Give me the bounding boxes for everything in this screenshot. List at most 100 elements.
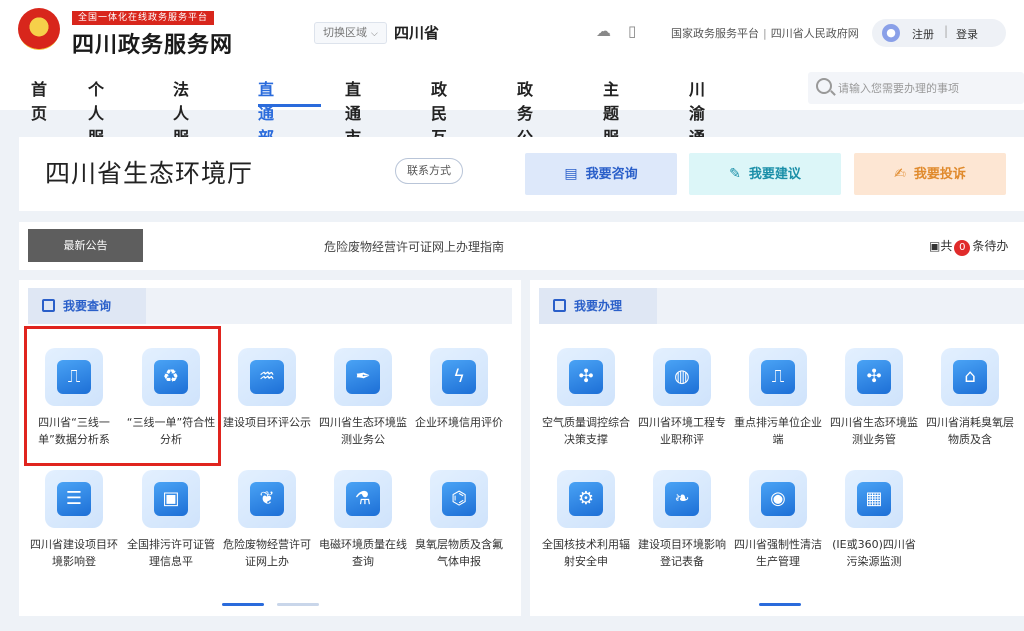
handle-service-item[interactable]: ❧ 建设项目环境影响登记表备 [637, 470, 727, 570]
query-service-label: 四川省建设项目环境影响登 [30, 538, 118, 568]
query-service-item[interactable]: ☰ 四川省建设项目环境影响登 [29, 470, 119, 570]
todo-suffix: 条待办 [972, 239, 1009, 253]
query-service-label: 四川省生态环境监测业务公 [319, 416, 407, 446]
handle-service-label: (IE或360)四川省污染源监测 [832, 538, 916, 568]
current-province: 四川省 [394, 24, 440, 42]
query-service-icon-box: ✒ [334, 348, 392, 406]
search-icon[interactable] [816, 78, 832, 94]
todo-prefix: 共 [940, 239, 953, 253]
carousel-dot[interactable] [277, 603, 319, 606]
query-service-item[interactable]: ▣ 全国排污许可证管理信息平 [126, 470, 216, 570]
edit-icon: ✍ [894, 166, 906, 182]
handle-service-item[interactable]: ✣ 空气质量调控综合决策支撑 [541, 348, 631, 448]
handle-service-icon-box: ⎍ [749, 348, 807, 406]
query-tab-label: 我要查询 [63, 299, 112, 313]
suggest-label: 我要建议 [748, 167, 801, 182]
handle-service-icon-box: ✣ [845, 348, 903, 406]
query-service-icon-box: ▣ [142, 470, 200, 528]
handle-service-item[interactable]: ▦ (IE或360)四川省污染源监测 [829, 470, 919, 570]
carousel-dot-active[interactable] [759, 603, 801, 606]
site-logo-title[interactable]: 四川政务服务网 [72, 27, 233, 59]
document-icon: ☰ [57, 482, 91, 516]
user-avatar-icon: ● [882, 24, 900, 42]
handle-service-icon-box: ⌂ [941, 348, 999, 406]
flask-icon: ⚗ [346, 482, 380, 516]
handle-service-icon-box: ❧ [653, 470, 711, 528]
search-doc-icon [42, 299, 55, 312]
pipette-icon: ✒ [346, 360, 380, 394]
mobile-icon[interactable]: ▯ [628, 22, 636, 40]
handle-service-item[interactable]: ⌂ 四川省消耗臭氧层物质及含 [925, 348, 1015, 448]
contact-button[interactable]: 联系方式 [395, 158, 463, 184]
highlight-box [24, 326, 221, 466]
handle-service-icon-box: ⚙ [557, 470, 615, 528]
wind-turbine-icon: ✣ [857, 360, 891, 394]
consult-label: 我要咨询 [585, 167, 638, 182]
link-national-platform[interactable]: 国家政务服务平台 [671, 27, 759, 40]
login-link[interactable]: 登录 [956, 26, 978, 42]
complain-button[interactable]: ✍ 我要投诉 [854, 153, 1006, 195]
region-switch-button[interactable]: 切换区域 ⌵ [314, 22, 387, 44]
search-bar [808, 72, 1024, 104]
department-title: 四川省生态环境厅 [45, 159, 254, 188]
chevron-down-icon: ⌵ [371, 29, 378, 39]
checkbox-icon [553, 299, 566, 312]
complain-label: 我要投诉 [913, 167, 966, 182]
chart-screen-icon: ⎍ [761, 360, 795, 394]
query-service-icon-box: ☰ [45, 470, 103, 528]
wind-turbine-icon: ✣ [569, 360, 603, 394]
handle-service-label: 四川省生态环境监测业务管 [830, 416, 918, 446]
handle-service-item[interactable]: ⎍ 重点排污单位企业端 [733, 348, 823, 448]
query-tab[interactable]: 我要查询 [28, 288, 146, 324]
consult-button[interactable]: ▤ 我要咨询 [525, 153, 677, 195]
handle-service-item[interactable]: ⚙ 全国核技术利用辐射安全申 [541, 470, 631, 570]
wechat-icon[interactable]: ☁ [596, 22, 611, 40]
todo-counter[interactable]: ▣共 0 条待办 [929, 237, 1008, 256]
pencil-icon: ✎ [729, 166, 741, 182]
query-service-icon-box: ♒ [238, 348, 296, 406]
query-service-item[interactable]: ❦ 危险废物经营许可证网上办 [222, 470, 312, 570]
national-emblem-icon [18, 8, 60, 50]
query-service-item[interactable]: ♒ 建设项目环评公示 [222, 348, 312, 448]
query-service-item[interactable]: ⚗ 电磁环境质量在线查询 [318, 470, 408, 570]
handle-panel: 我要办理 ✣ 空气质量调控综合决策支撑 ◍ 四川省环境工程专业职称评 ⎍ 重点排… [530, 280, 1024, 616]
query-service-icon-box: ⌬ [430, 470, 488, 528]
query-service-item[interactable]: ✒ 四川省生态环境监测业务公 [318, 348, 408, 448]
notice-label: 最新公告 [28, 229, 143, 262]
handle-service-item[interactable]: ◉ 四川省强制性清洁生产管理 [733, 470, 823, 570]
logo-subtitle: 全国一体化在线政务服务平台 [72, 11, 215, 25]
register-link[interactable]: 注册 [912, 26, 934, 42]
leaf-circle-icon: ◉ [761, 482, 795, 516]
region-switch-label: 切换区域 [323, 26, 367, 39]
handle-service-item[interactable]: ✣ 四川省生态环境监测业务管 [829, 348, 919, 448]
notice-item[interactable]: 危险废物经营许可证网上办理指南 [324, 238, 504, 255]
query-panel-header: 我要查询 [28, 288, 512, 324]
carousel-dot-active[interactable] [222, 603, 264, 606]
query-service-label: 臭氧层物质及含氟气体申报 [415, 538, 503, 568]
solar-panel-icon: ▦ [857, 482, 891, 516]
search-input[interactable] [838, 78, 1018, 98]
link-divider: | [763, 27, 767, 40]
handle-service-label: 空气质量调控综合决策支撑 [542, 416, 630, 446]
leaf-drop-icon: ❧ [665, 482, 699, 516]
nav-home[interactable]: 首页 [31, 76, 47, 124]
link-province-gov[interactable]: 四川省人民政府网 [771, 27, 859, 40]
handle-service-item[interactable]: ◍ 四川省环境工程专业职称评 [637, 348, 727, 448]
suggest-button[interactable]: ✎ 我要建议 [689, 153, 841, 195]
handle-tab[interactable]: 我要办理 [539, 288, 657, 324]
query-service-label: 危险废物经营许可证网上办 [223, 538, 311, 568]
query-service-item[interactable]: ⌬ 臭氧层物质及含氟气体申报 [414, 470, 504, 570]
factory-icon: ⚙ [569, 482, 603, 516]
globe-leaf-icon: ◍ [665, 360, 699, 394]
notice-bar: 最新公告 危险废物经营许可证网上办理指南 ▣共 0 条待办 [19, 222, 1024, 270]
handle-service-label: 四川省环境工程专业职称评 [638, 416, 726, 446]
divider: | [944, 24, 949, 38]
handle-tab-label: 我要办理 [574, 299, 623, 313]
todo-count-badge: 0 [954, 240, 971, 256]
handle-service-icon-box: ◍ [653, 348, 711, 406]
query-service-icon-box: ⚗ [334, 470, 392, 528]
nav-active-indicator [258, 104, 321, 107]
query-service-item[interactable]: ϟ 企业环境信用评价 [414, 348, 504, 448]
handle-panel-header: 我要办理 [539, 288, 1024, 324]
query-service-label: 企业环境信用评价 [415, 416, 503, 429]
